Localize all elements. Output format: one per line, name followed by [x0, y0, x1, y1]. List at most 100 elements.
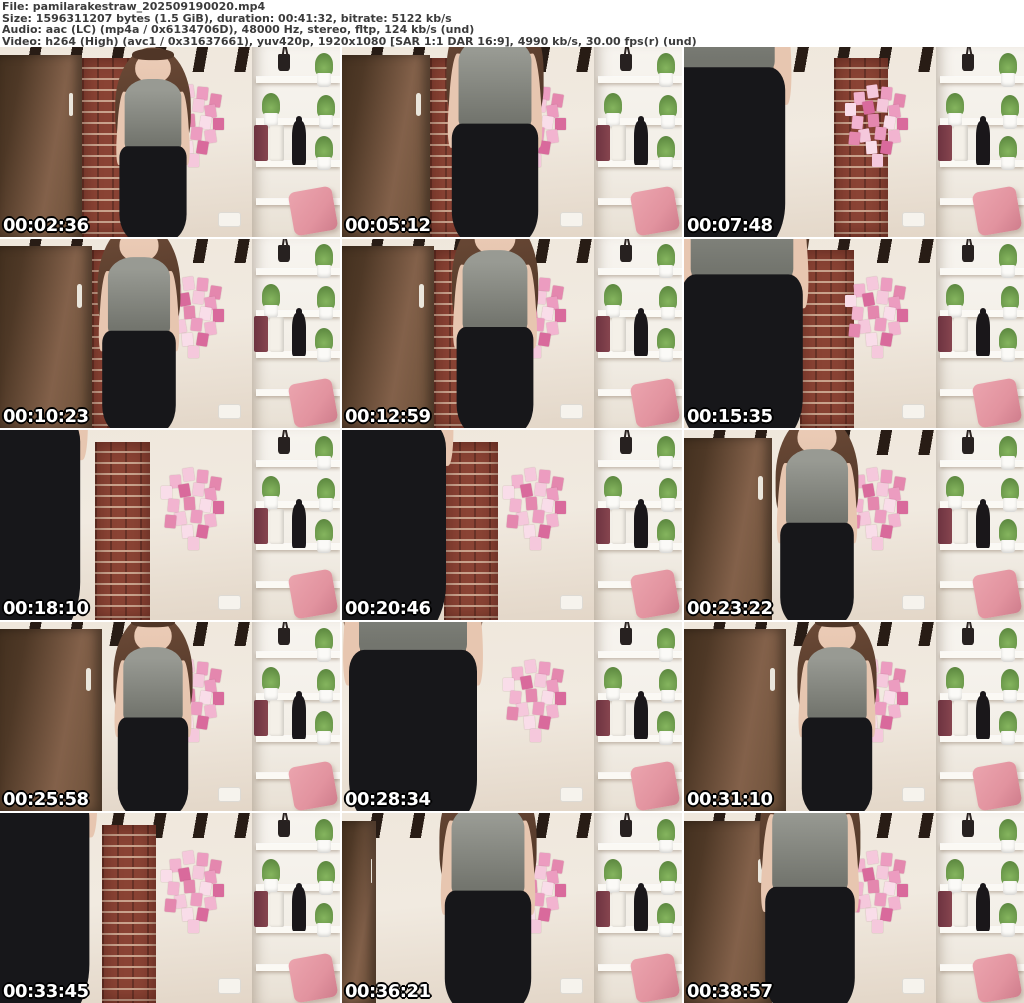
reed-diffuser — [620, 436, 632, 454]
video-thumbnail: 00:20:46 — [342, 430, 682, 620]
pink-card — [851, 115, 864, 130]
pink-card — [554, 500, 566, 514]
potted-plant — [656, 436, 677, 470]
pink-card — [509, 498, 522, 513]
shelf-unit — [935, 47, 1024, 237]
power-outlet — [901, 978, 926, 994]
skirt-shape — [119, 146, 187, 237]
pink-card — [874, 317, 887, 332]
potted-plant — [314, 136, 335, 171]
books-on-shelf — [938, 316, 970, 353]
thumbnail-image — [0, 430, 340, 620]
books-on-shelf — [938, 699, 970, 736]
wooden-wardrobe — [0, 246, 92, 429]
pink-pillow — [287, 760, 340, 812]
potted-plant — [999, 286, 1020, 320]
pink-card — [181, 524, 194, 538]
tank-top-shape — [463, 250, 527, 333]
pink-card — [196, 906, 210, 922]
potted-plant — [944, 475, 965, 510]
pink-card — [872, 154, 884, 167]
potted-plant — [657, 669, 678, 704]
thumbnail-image — [684, 238, 1024, 429]
reed-diffuser — [962, 245, 974, 263]
timestamp-overlay: 00:02:36 — [3, 214, 89, 236]
pink-card — [554, 309, 566, 322]
pink-pillow — [971, 568, 1024, 620]
thumbnail-image — [342, 813, 682, 1003]
pink-card — [867, 113, 880, 128]
thumbnail-image — [684, 47, 1024, 237]
pink-card — [506, 514, 519, 529]
pink-card — [167, 881, 180, 896]
skirt-shape — [342, 430, 445, 620]
wooden-wardrobe — [342, 246, 434, 429]
reed-diffuser — [278, 436, 290, 454]
video-thumbnail: 00:12:59 — [342, 238, 682, 429]
potted-plant — [657, 861, 678, 895]
power-outlet — [901, 786, 926, 802]
reed-diffuser — [278, 820, 290, 838]
pink-card — [862, 292, 876, 307]
skirt-shape — [457, 326, 533, 429]
skirt-shape — [445, 890, 531, 1003]
pink-pillow — [971, 952, 1024, 1003]
potted-plant — [656, 711, 677, 745]
pink-card — [876, 98, 889, 113]
wooden-wardrobe — [0, 629, 102, 812]
potted-plant — [657, 477, 678, 512]
video-thumbnail: 00:33:45 — [0, 813, 340, 1003]
hair-fringe — [131, 48, 175, 61]
power-outlet — [559, 595, 584, 611]
video-thumbnail: 00:10:23 — [0, 238, 340, 429]
reed-diffuser — [962, 820, 974, 838]
thumbnail-image — [0, 238, 340, 429]
tank-top-shape — [807, 647, 867, 723]
black-spray-bottle — [634, 307, 648, 357]
pink-card — [520, 483, 534, 499]
pink-card — [520, 675, 534, 690]
potted-plant — [315, 861, 336, 895]
black-spray-bottle — [292, 307, 306, 357]
books-on-shelf — [596, 699, 628, 736]
shelf-unit — [935, 813, 1024, 1003]
black-spray-bottle — [976, 116, 990, 165]
pink-pillow — [971, 185, 1024, 237]
shelf-unit — [935, 238, 1024, 429]
potted-plant — [602, 667, 623, 702]
person-figure — [738, 813, 881, 1003]
person-figure — [97, 621, 209, 812]
black-spray-bottle — [292, 116, 306, 165]
potted-plant — [260, 859, 281, 893]
wooden-wardrobe — [342, 820, 376, 1003]
pink-card — [182, 850, 195, 865]
pink-card — [880, 140, 894, 155]
wardrobe-handle — [68, 92, 73, 117]
pink-card — [525, 688, 538, 702]
potted-plant — [998, 711, 1019, 745]
thumbnail-image — [342, 430, 682, 620]
pink-card — [190, 509, 203, 524]
person-figure — [419, 813, 557, 1003]
power-outlet — [217, 211, 242, 228]
pink-card — [845, 103, 857, 116]
person-figure — [781, 621, 893, 812]
pink-card — [530, 537, 542, 550]
books-on-shelf — [596, 124, 628, 161]
pink-card — [164, 898, 177, 912]
pink-card — [896, 884, 908, 897]
pink-card — [182, 467, 195, 482]
pink-card — [525, 496, 538, 511]
person-figure — [758, 430, 875, 620]
wooden-wardrobe — [0, 54, 82, 237]
potted-plant — [998, 436, 1019, 470]
pink-card — [538, 661, 551, 675]
pink-card — [167, 498, 180, 513]
potted-plant — [656, 136, 677, 171]
books-on-shelf — [596, 316, 628, 353]
black-spray-bottle — [292, 499, 306, 548]
skirt-shape — [0, 813, 89, 1003]
person-figure — [684, 47, 825, 237]
video-thumbnail: 00:38:57 — [684, 813, 1024, 1003]
pink-pillow — [629, 185, 682, 237]
